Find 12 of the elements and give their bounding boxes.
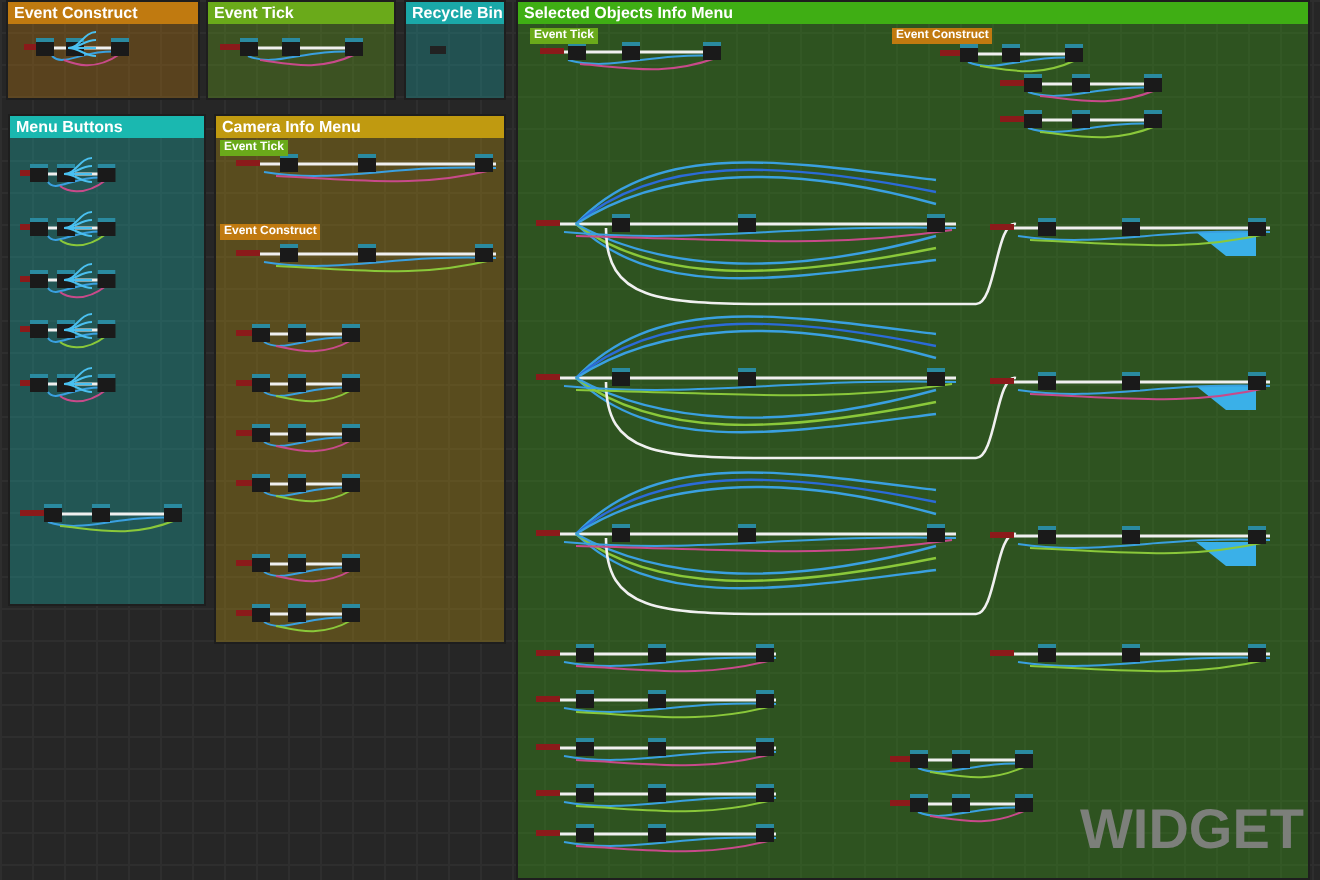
- comment-title: Camera Info Menu: [216, 116, 504, 138]
- comment-box[interactable]: Event Tick: [206, 0, 396, 100]
- comment-title: Event Tick: [208, 2, 394, 24]
- node-icon: [430, 46, 446, 54]
- comment-title: Recycle Bin: [406, 2, 504, 24]
- comment-box[interactable]: Menu Buttons: [8, 114, 206, 606]
- graph-type-label: WIDGET: [1080, 800, 1304, 860]
- comment-title: Event Construct: [8, 2, 198, 24]
- comment-title: Selected Objects Info Menu: [518, 2, 1308, 24]
- comment-title: Menu Buttons: [10, 116, 204, 138]
- comment-box[interactable]: Recycle Bin: [404, 0, 506, 100]
- comment-box[interactable]: Event Construct: [6, 0, 200, 100]
